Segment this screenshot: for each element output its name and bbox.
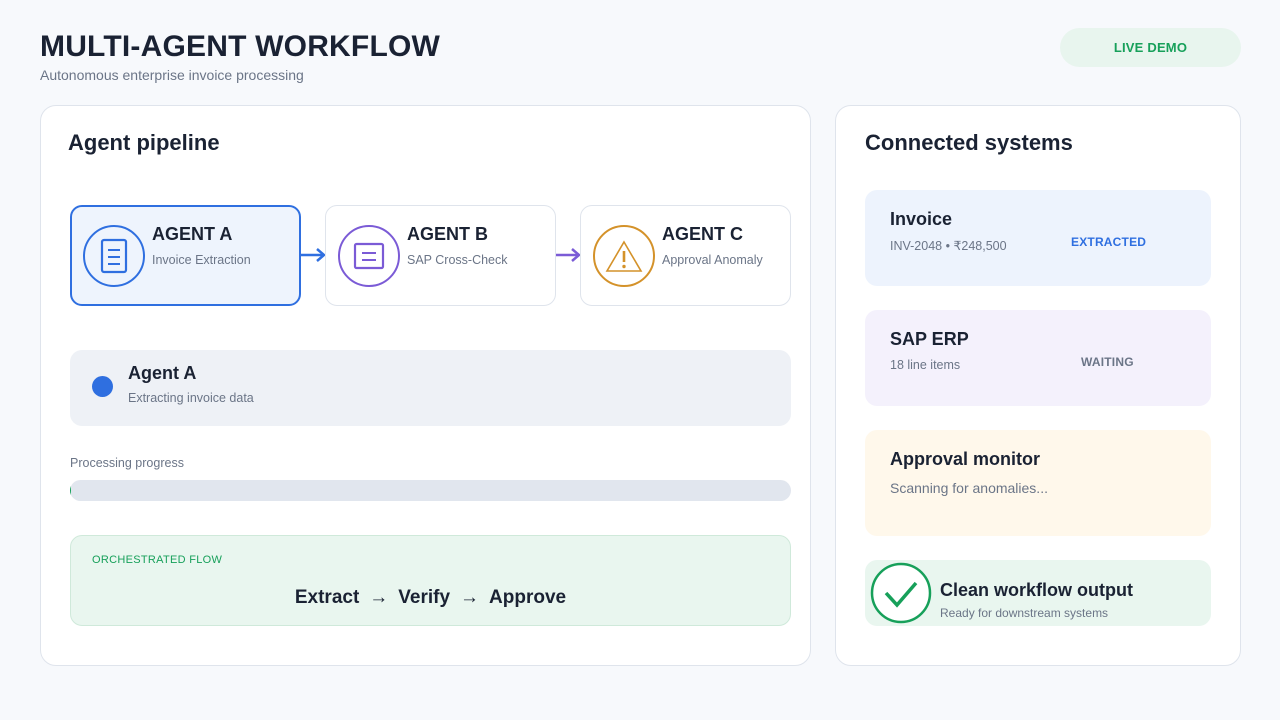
system-approval-monitor[interactable]: Approval monitor Scanning for anomalies.… [865,430,1211,536]
check-circle-icon [870,562,932,624]
page-title: MULTI-AGENT WORKFLOW [40,30,441,63]
sap-detail: 18 line items [890,358,961,372]
flow-step-approve: Approve [489,587,567,608]
system-sap-erp[interactable]: SAP ERP 18 line items WAITING [865,310,1211,406]
page-subtitle: Autonomous enterprise invoice processing [40,67,304,83]
progress-bar-fill [70,480,72,501]
current-agent-status: Agent A Extracting invoice data [70,350,791,426]
output-title: Clean workflow output [940,580,1133,600]
live-demo-badge[interactable]: LIVE DEMO [1060,28,1241,67]
sap-title: SAP ERP [890,329,969,349]
current-agent-name: Agent A [128,363,197,383]
clean-workflow-output: Clean workflow output Ready for downstre… [865,560,1211,626]
agent-c-role: Approval Anomaly [662,253,763,267]
agent-a-name: AGENT A [152,224,233,244]
status-indicator-dot [92,376,113,397]
connected-systems-title: Connected systems [865,130,1073,155]
agent-b-role: SAP Cross-Check [407,253,508,267]
invoice-status-badge: EXTRACTED [1071,235,1147,249]
invoice-detail: INV-2048 • ₹248,500 [890,239,1007,253]
agent-b-card[interactable]: AGENT B SAP Cross-Check [325,205,556,306]
arrow-right-icon: → [369,587,389,608]
system-invoice[interactable]: Invoice INV-2048 • ₹248,500 EXTRACTED [865,190,1211,286]
agent-a-role: Invoice Extraction [152,253,251,267]
form-icon [338,225,400,287]
agent-c-name: AGENT C [662,224,743,244]
arrow-right-icon: → [460,587,480,608]
approval-title: Approval monitor [890,449,1041,469]
flow-steps: Extract → Verify → Approve [71,587,790,609]
agent-a-card[interactable]: AGENT A Invoice Extraction [70,205,301,306]
arrow-right-icon [556,248,581,262]
progress-bar [70,480,791,501]
flow-step-extract: Extract [294,587,360,608]
agent-pipeline-title: Agent pipeline [68,130,220,155]
arrow-right-icon [301,248,326,262]
orchestrated-flow: ORCHESTRATED FLOW Extract → Verify → Approve [70,535,791,626]
approval-detail: Scanning for anomalies... [890,480,1048,496]
agent-c-card[interactable]: AGENT C Approval Anomaly [580,205,791,306]
warning-icon [593,225,655,287]
flow-step-verify: Verify [398,587,451,608]
sap-status-badge: WAITING [1081,355,1134,369]
invoice-title: Invoice [890,209,953,229]
output-detail: Ready for downstream systems [940,606,1109,620]
agent-b-name: AGENT B [407,224,488,244]
document-icon [83,225,145,287]
flow-label: ORCHESTRATED FLOW [92,554,223,566]
current-agent-description: Extracting invoice data [128,391,254,405]
progress-label: Processing progress [70,456,184,470]
